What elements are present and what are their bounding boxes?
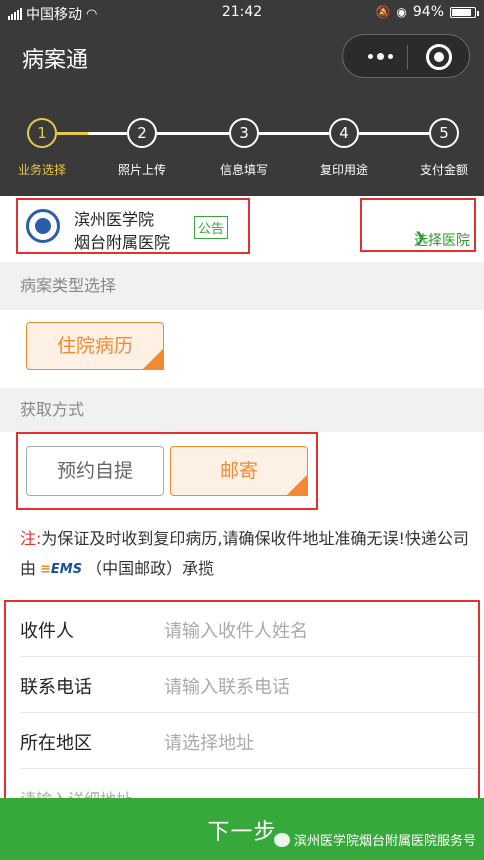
region-label: 所在地区 [20, 733, 92, 754]
recipient-row[interactable]: 收件人 请输入收件人姓名 [20, 602, 478, 657]
shipping-note: 注:为保证及时收到复印病历,请确保收件地址准确无误!快递公司由 ≡EMS （中国邮政… [20, 524, 470, 585]
pickup-option-mail-label: 邮寄 [219, 460, 258, 482]
step-connector [359, 132, 429, 135]
chevron-right-icon: ❯ [414, 230, 426, 246]
capsule-divider [407, 45, 408, 69]
choose-hospital-button[interactable]: 选择医院 ❯ [360, 198, 476, 252]
location-icon: ◉ [396, 5, 407, 19]
pickup-option-mail[interactable]: 邮寄 [170, 446, 308, 496]
step-3-label: 信息填写 [219, 163, 268, 177]
progress-steps: 1 业务选择 2 照片上传 3 信息填写 4 复印用途 5 支付金额 [0, 118, 484, 188]
step-4-label: 复印用途 [319, 163, 368, 177]
address-form: 收件人 请输入收件人姓名 联系电话 请输入联系电话 所在地区 请选择地址 请输入… [4, 600, 480, 800]
next-button[interactable]: 下一步 滨州医学院烟台附属医院服务号 [0, 798, 484, 860]
phone-input[interactable]: 请输入联系电话 [164, 673, 290, 699]
record-type-option-label: 住院病历 [56, 335, 133, 357]
step-5-circle: 5 [429, 118, 459, 148]
step-1-label: 业务选择 [17, 163, 66, 177]
step-2-label: 照片上传 [117, 163, 166, 177]
close-program-icon[interactable] [426, 44, 452, 70]
step-3-circle: 3 [229, 118, 259, 148]
phone-row[interactable]: 联系电话 请输入联系电话 [20, 658, 478, 713]
watermark-text: 滨州医学院烟台附属医院服务号 [293, 834, 476, 849]
ems-label: EMS [50, 561, 83, 577]
wechat-icon [273, 832, 290, 847]
hospital-name-line1: 滨州医学院 [74, 210, 155, 229]
note-prefix: 注: [20, 529, 42, 548]
battery-percent: 94% [412, 4, 444, 20]
hospital-logo-icon [26, 209, 60, 243]
ems-logo-icon: ≡EMS [40, 561, 83, 577]
phone-label: 联系电话 [20, 677, 92, 698]
notice-button[interactable]: 公告 [194, 216, 229, 239]
step-1-circle: 1 [27, 118, 57, 148]
watermark: 滨州医学院烟台附属医院服务号 [273, 830, 476, 849]
step-5-label: 支付金额 [419, 163, 468, 177]
battery-fill [452, 8, 471, 16]
region-select[interactable]: 请选择地址 [164, 729, 254, 755]
battery-icon [450, 6, 479, 18]
record-type-heading: 病案类型选择 [0, 262, 484, 310]
note-suffix: （中国邮政）承揽 [86, 559, 215, 578]
record-type-option-inpatient[interactable]: 住院病历 [26, 322, 164, 370]
more-menu-icon[interactable] [357, 44, 403, 68]
region-row[interactable]: 所在地区 请选择地址 [20, 714, 478, 769]
step-4-circle: 4 [329, 118, 359, 148]
hospital-info-highlight: 滨州医学院 烟台附属医院 公告 [16, 198, 250, 254]
pickup-option-self[interactable]: 预约自提 [26, 446, 164, 496]
recipient-input[interactable]: 请输入收件人姓名 [164, 617, 308, 643]
mute-icon: 🔕 [375, 5, 391, 19]
recipient-label: 收件人 [20, 621, 74, 642]
step-connector [259, 132, 329, 135]
status-bar: 中国移动 ◠ 21:42 🔕 ◉ 94% [0, 0, 484, 26]
pickup-method-heading: 获取方式 [0, 388, 484, 432]
step-connector [57, 132, 127, 135]
selected-check-icon [286, 474, 308, 496]
step-connector [157, 132, 229, 135]
hospital-bar: 滨州医学院 烟台附属医院 公告 选择医院 ❯ [0, 196, 484, 258]
hospital-name-line2: 烟台附属医院 [74, 233, 171, 252]
status-right: 🔕 ◉ 94% [375, 4, 479, 20]
page-title: 病案通 [22, 48, 89, 73]
mini-program-capsule [342, 34, 470, 78]
step-2-circle: 2 [127, 118, 157, 148]
selected-check-icon [142, 348, 164, 370]
